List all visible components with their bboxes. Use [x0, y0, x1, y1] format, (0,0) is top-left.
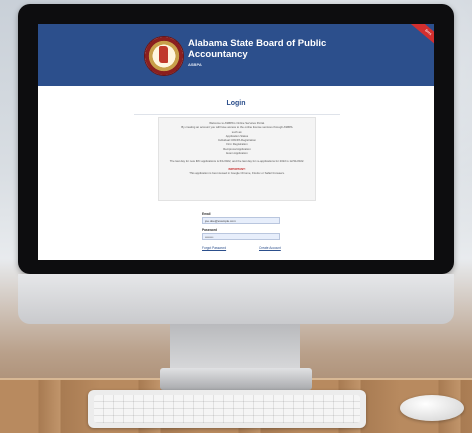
site-title: Alabama State Board of Public Accountanc…	[188, 38, 327, 60]
forgot-password-link[interactable]: Forgot Password	[202, 246, 226, 250]
screen: Alabama State Board of Public Accountanc…	[38, 24, 434, 260]
password-field[interactable]: ••••••••	[202, 233, 280, 240]
password-label: Password	[202, 228, 218, 232]
monitor-stand-neck	[170, 324, 300, 370]
monitor-stand-base	[160, 368, 312, 390]
notice-line: By creating an account you will have acc…	[181, 125, 293, 130]
monitor-chin	[18, 274, 454, 324]
alabama-map-icon	[159, 46, 168, 63]
state-seal-icon	[144, 36, 184, 76]
welcome-notice: Welcome to ASBPA's Online Services Porta…	[158, 117, 316, 201]
email-label: Email	[202, 212, 211, 216]
create-account-link[interactable]: Create Account	[259, 246, 281, 250]
title-divider	[134, 114, 340, 115]
page-title: Login	[226, 100, 246, 107]
corner-ribbon: Beta	[409, 24, 434, 49]
keyboard	[88, 390, 366, 428]
deadline-text: The last day for new IRC applications is…	[169, 159, 305, 164]
site-abbreviation: ASBPA	[188, 62, 202, 67]
keyboard-keys	[94, 395, 360, 423]
site-header: Alabama State Board of Public Accountanc…	[38, 24, 434, 86]
mouse	[400, 395, 464, 421]
important-text: This application is best viewed in Googl…	[189, 170, 285, 175]
email-field[interactable]: joe.doe@example.com	[202, 217, 280, 224]
